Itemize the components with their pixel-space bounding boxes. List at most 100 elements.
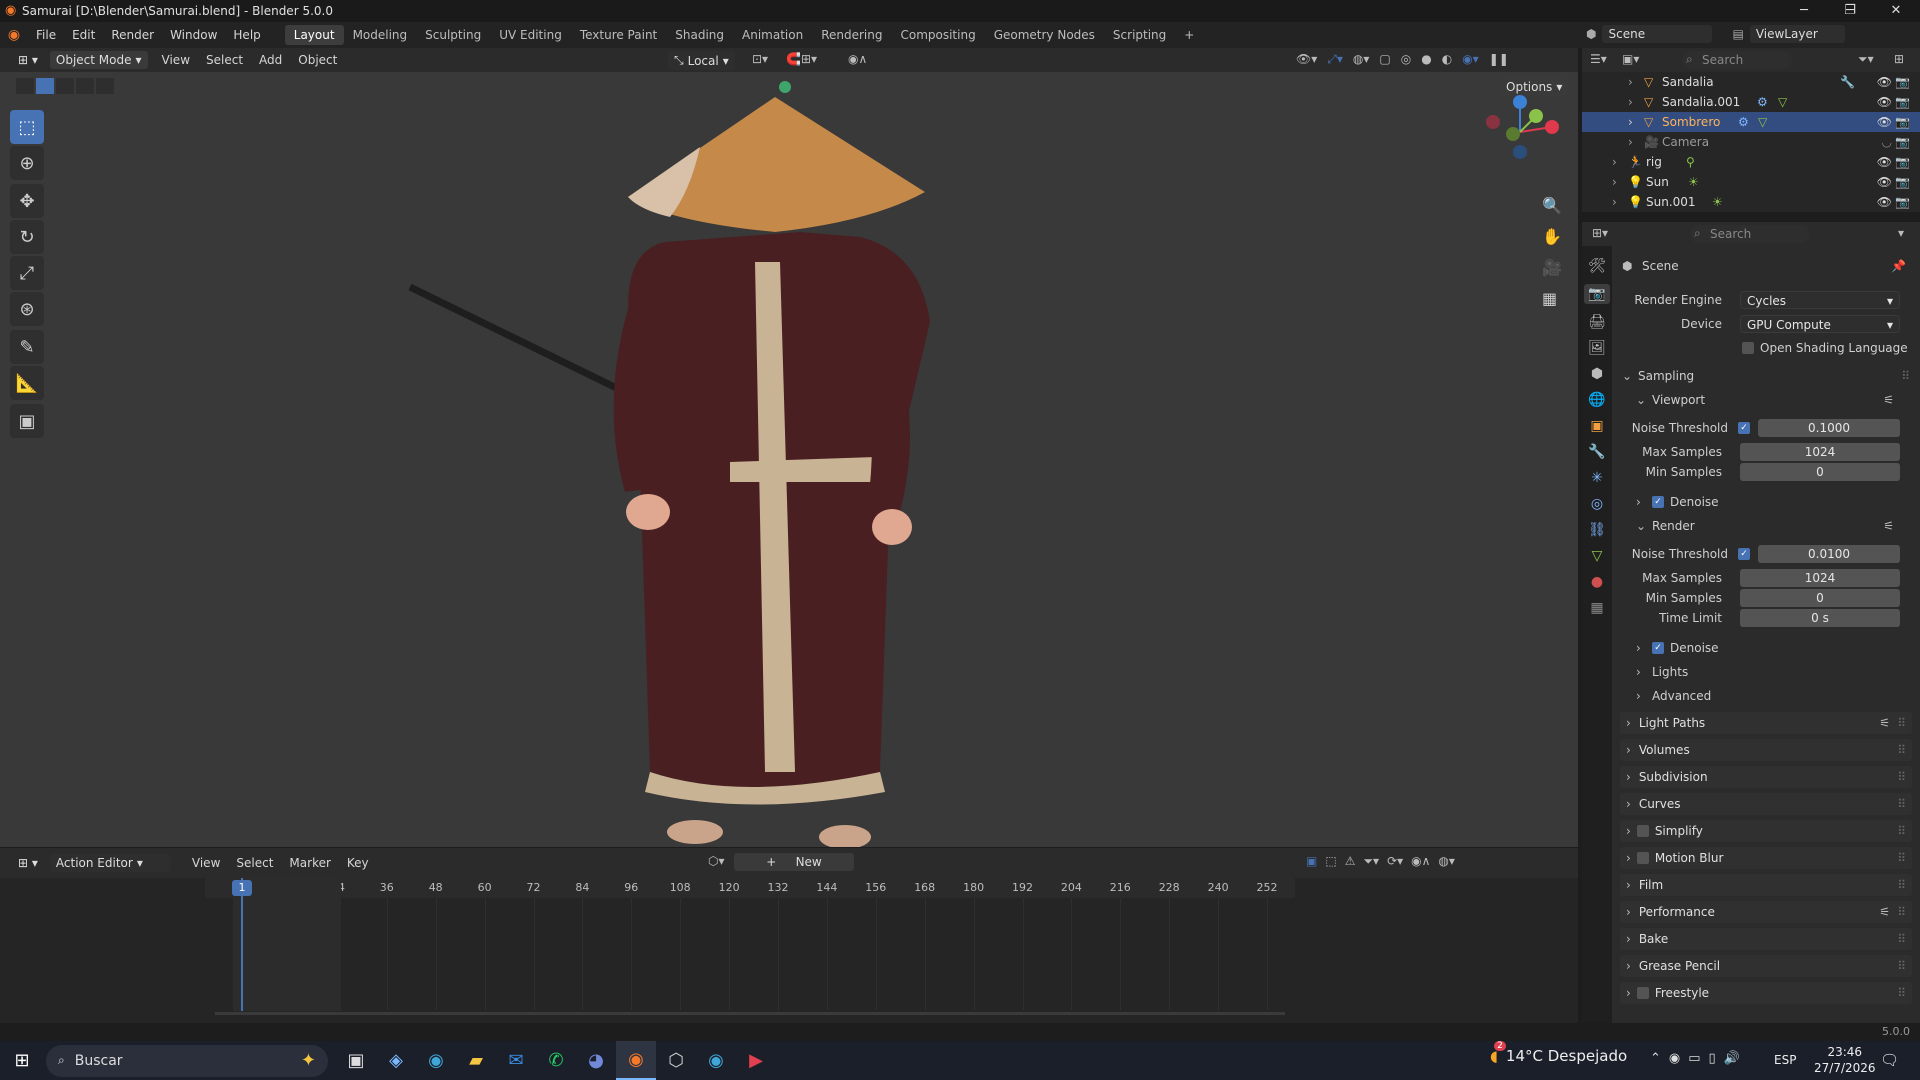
edge-dev-icon[interactable]: ◉ (696, 1041, 736, 1080)
only-selected-icon[interactable]: ▣ (1306, 854, 1317, 869)
navigation-gizmo[interactable] (1480, 92, 1560, 172)
material-shading-icon[interactable]: ◐ (1442, 52, 1452, 67)
3d-viewport[interactable]: Options ▾ ⬚ ⊕ ✥ ↻ ⤢ ⊛ ✎ 📐 ▣ 🔍 ✋ 🎥 ▦ (0, 72, 1578, 847)
output-tab-icon[interactable]: 🖨 (1588, 314, 1606, 330)
menu-file[interactable]: File (28, 28, 64, 42)
blender-menu-icon[interactable]: ◉ (0, 27, 28, 43)
action-editor-selector[interactable]: Action Editor ▾ (49, 854, 170, 872)
tab-modeling[interactable]: Modeling (344, 25, 417, 45)
material-tab-icon[interactable]: ● (1591, 574, 1603, 590)
properties-search-input[interactable]: Search (1690, 225, 1810, 243)
cursor-icon[interactable]: ⊕ (10, 146, 44, 180)
unity-hub-icon[interactable]: ⬡ (656, 1041, 696, 1080)
action-editor-area[interactable]: 1224364860728496108120132144156168180192… (0, 878, 1578, 1023)
auto-snap-icon[interactable]: ⟳▾ (1387, 854, 1403, 869)
visibility-icon[interactable]: 👁▾ (1296, 52, 1317, 67)
tab-shading[interactable]: Shading (666, 25, 733, 45)
panel-film[interactable]: › Film ⠿ (1620, 874, 1912, 896)
outliner-row-camera[interactable]: › 🎥 Camera ◡ 📷 (1582, 132, 1920, 152)
menu-view[interactable]: View (154, 53, 198, 67)
tab-sculpting[interactable]: Sculpting (416, 25, 490, 45)
windows-start-icon[interactable]: ⊞ (2, 1041, 42, 1080)
select-mode-buttons[interactable] (16, 78, 114, 94)
viewport-denoise-checkbox[interactable]: ✓ (1652, 496, 1664, 508)
tab-uv-editing[interactable]: UV Editing (490, 25, 571, 45)
render-subpanel-header[interactable]: ⌄ Render ⚟ (1612, 516, 1920, 536)
discord-icon[interactable]: ◕ (576, 1041, 616, 1080)
snap-icon[interactable]: 🧲⊞▾ (786, 52, 817, 66)
viewport-noise-threshold-checkbox[interactable]: ✓ (1738, 422, 1750, 434)
clock[interactable]: 23:46 27/7/2026 (1814, 1044, 1876, 1076)
outliner-row-sandalia-001[interactable]: › ▽ Sandalia.001 ⚙ ▽ 👁 📷 (1582, 92, 1920, 112)
timeline-menu-marker[interactable]: Marker (281, 856, 338, 870)
menu-edit[interactable]: Edit (64, 28, 103, 42)
viewport-denoise-subpanel[interactable]: › ✓ Denoise (1612, 492, 1920, 512)
render-camera-icon[interactable]: 📷 (1895, 115, 1910, 129)
tool-tab-icon[interactable]: 🛠 (1588, 258, 1606, 274)
display-mode-icon[interactable]: ▣▾ (1622, 52, 1639, 66)
transform-orientation-selector[interactable]: ⤡ Local ▾ (668, 51, 735, 70)
visibility-eye-icon[interactable]: 👁 (1877, 155, 1892, 169)
timeline-editor-type-button[interactable]: ⊞ ▾ (12, 854, 44, 872)
pivot-icon[interactable]: ⊡▾ (752, 52, 768, 66)
minimize-icon[interactable]: ─ (1781, 0, 1827, 22)
constraints-tab-icon[interactable]: ⛓ (1588, 522, 1606, 538)
filter-icon[interactable]: ⏷▾ (1363, 854, 1379, 869)
mode-selector[interactable]: Object Mode ▾ (49, 51, 148, 69)
render-denoise-subpanel[interactable]: › ✓ Denoise (1612, 638, 1920, 658)
rendered-shading-icon[interactable]: ◉▾ (1462, 52, 1479, 67)
menu-help[interactable]: Help (225, 28, 268, 42)
timeline-menu-view[interactable]: View (184, 856, 228, 870)
drag-handle-icon[interactable]: ⠿ (1901, 369, 1910, 383)
viewport-noise-threshold-field[interactable]: 0.1000 (1758, 419, 1900, 437)
battery-icon[interactable]: ▯ (1709, 1051, 1716, 1066)
panel-volumes[interactable]: › Volumes ⠿ (1620, 739, 1912, 761)
show-hidden-icon[interactable]: ⬚ (1325, 854, 1336, 869)
pause-render-icon[interactable]: ❚❚ (1489, 52, 1509, 67)
add-workspace-icon[interactable]: + (1175, 25, 1203, 45)
panel-subdivision[interactable]: › Subdivision ⠿ (1620, 766, 1912, 788)
pan-hand-icon[interactable]: ✋ (1542, 227, 1562, 246)
timeline-menu-select[interactable]: Select (228, 856, 281, 870)
texture-tab-icon[interactable]: ▦ (1590, 600, 1603, 616)
visibility-eye-icon[interactable]: 👁 (1877, 195, 1892, 209)
transform-icon[interactable]: ⊛ (10, 292, 44, 326)
panel-performance[interactable]: › Performance ⚟ ⠿ (1620, 901, 1912, 923)
outliner-row-sandalia[interactable]: › ▽ Sandalia 🔧 👁 📷 (1582, 72, 1920, 92)
outliner-row-rig[interactable]: › 🏃 rig ⚲ 👁 📷 (1582, 152, 1920, 172)
render-camera-icon[interactable]: 📷 (1895, 135, 1910, 149)
hidden-eye-icon[interactable]: ◡ (1882, 135, 1892, 149)
measure-icon[interactable]: 📐 (10, 366, 44, 400)
whatsapp-icon[interactable]: ✆ (536, 1041, 576, 1080)
visibility-eye-icon[interactable]: 👁 (1877, 95, 1892, 109)
osl-checkbox[interactable] (1742, 342, 1754, 354)
only-errors-icon[interactable]: ⚠ (1345, 854, 1356, 869)
render-min-samples-field[interactable]: 0 (1740, 589, 1900, 607)
wireframe-shading-icon[interactable]: ◎ (1401, 52, 1411, 67)
restore-button[interactable]: ❐ (1827, 0, 1873, 22)
outliner-row-sun-001[interactable]: › 💡 Sun.001 ☀ 👁 📷 (1582, 192, 1920, 212)
new-collection-icon[interactable]: ⊞ (1894, 52, 1904, 66)
properties-options-icon[interactable]: ▾ (1898, 226, 1904, 240)
world-tab-icon[interactable]: 🌐 (1588, 392, 1605, 408)
render-camera-icon[interactable]: 📷 (1895, 95, 1910, 109)
solid-shading-icon[interactable]: ● (1421, 52, 1431, 67)
outliner-search-input[interactable]: Search (1682, 51, 1792, 69)
overlay-toggle-icon[interactable]: ◍▾ (1438, 854, 1455, 869)
camera-view-icon[interactable]: 🎥 (1542, 258, 1562, 277)
panel-simplify[interactable]: › Simplify ⠿ (1620, 820, 1912, 842)
overlay-icon[interactable]: ◍▾ (1353, 52, 1370, 67)
network-icon[interactable]: ▭ (1688, 1051, 1700, 1066)
device-selector[interactable]: GPU Compute ▾ (1740, 315, 1900, 333)
file-explorer-icon[interactable]: ▰ (456, 1041, 496, 1080)
render-camera-icon[interactable]: 📷 (1895, 75, 1910, 89)
samurai-model[interactable] (400, 72, 960, 847)
add-cube-icon[interactable]: ▣ (10, 404, 44, 438)
tab-compositing[interactable]: Compositing (891, 25, 984, 45)
tab-rendering[interactable]: Rendering (812, 25, 891, 45)
viewport-subpanel-header[interactable]: ⌄ Viewport ⚟ (1612, 390, 1920, 410)
copilot-sparkle-icon[interactable]: ✦ (301, 1050, 316, 1071)
ortho-grid-icon[interactable]: ▦ (1542, 289, 1562, 308)
render-noise-threshold-checkbox[interactable]: ✓ (1738, 548, 1750, 560)
render-camera-icon[interactable]: 📷 (1895, 195, 1910, 209)
